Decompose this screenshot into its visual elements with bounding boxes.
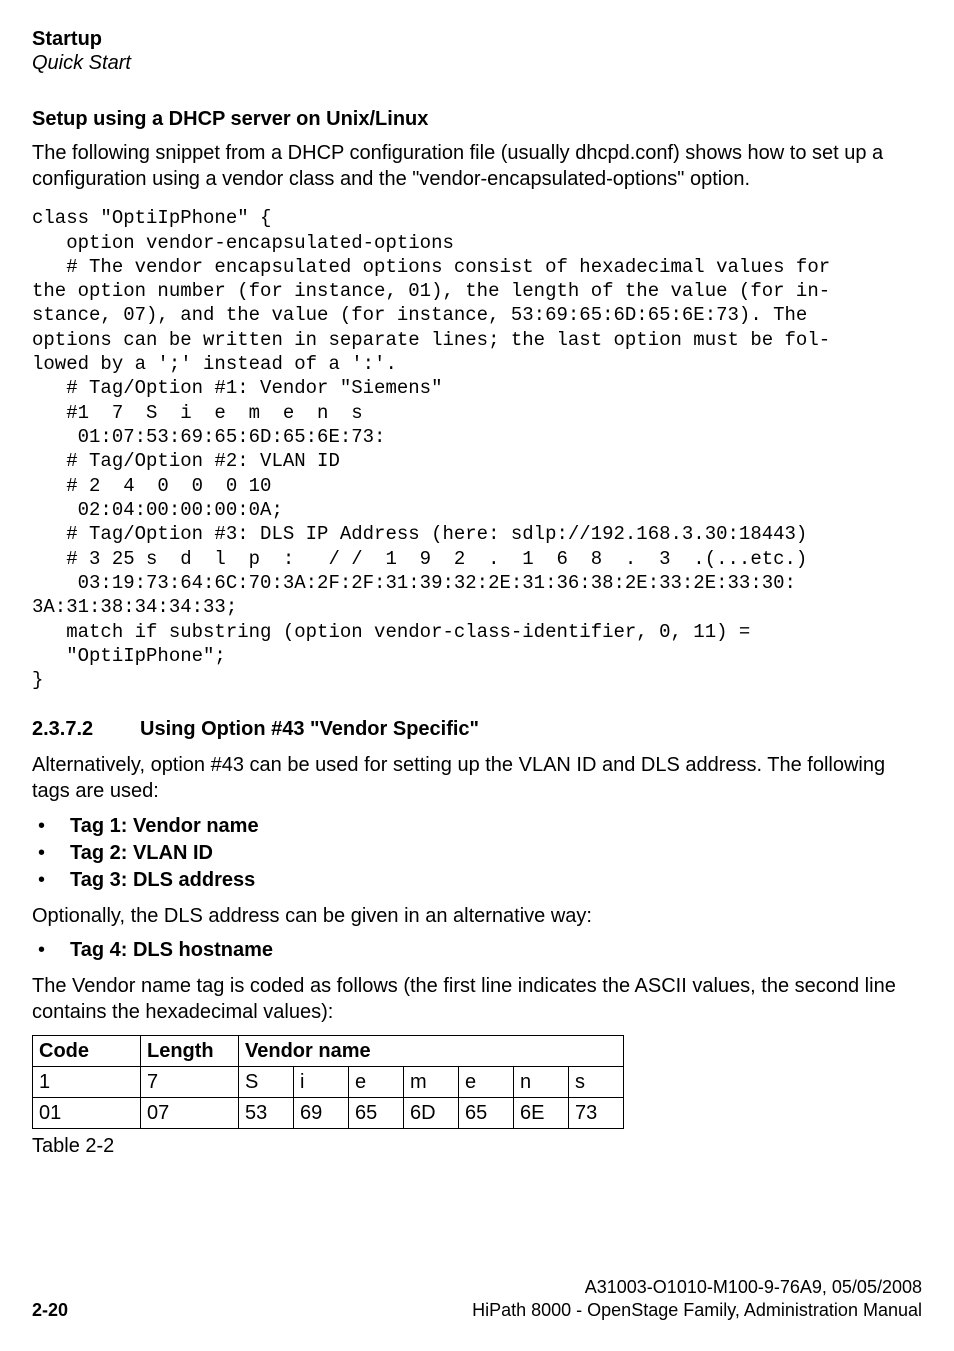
th-code: Code (33, 1036, 141, 1067)
th-vendor: Vendor name (239, 1036, 624, 1067)
table-caption: Table 2-2 (32, 1135, 922, 1158)
cell-vendor-hex-0: 53 (239, 1098, 294, 1129)
cell-vendor-ascii-4: e (459, 1067, 514, 1098)
cell-vendor-ascii-1: i (294, 1067, 349, 1098)
section2-paragraph3: The Vendor name tag is coded as follows … (32, 974, 922, 1025)
cell-code-hex: 01 (33, 1098, 141, 1129)
section-number: 2.3.7.2 (32, 718, 140, 741)
cell-length-hex: 07 (141, 1098, 239, 1129)
document-page: Startup Quick Start Setup using a DHCP s… (0, 0, 954, 1351)
tag-list-2: Tag 4: DLS hostname (32, 937, 922, 964)
table-row-ascii: 1 7 S i e m e n s (33, 1067, 624, 1098)
cell-vendor-hex-5: 6E (514, 1098, 569, 1129)
footer-doc-title: HiPath 8000 - OpenStage Family, Administ… (472, 1299, 922, 1322)
cell-vendor-hex-6: 73 (569, 1098, 624, 1129)
bullet-tag4: Tag 4: DLS hostname (32, 937, 922, 964)
running-head-italic: Quick Start (32, 52, 922, 74)
cell-vendor-hex-1: 69 (294, 1098, 349, 1129)
section1-paragraph: The following snippet from a DHCP config… (32, 141, 922, 192)
cell-vendor-hex-2: 65 (349, 1098, 404, 1129)
cell-length-ascii: 7 (141, 1067, 239, 1098)
vendor-name-table: Code Length Vendor name 1 7 S i e m e n … (32, 1035, 624, 1129)
th-length: Length (141, 1036, 239, 1067)
cell-vendor-ascii-0: S (239, 1067, 294, 1098)
cell-code-ascii: 1 (33, 1067, 141, 1098)
section-heading-option43: 2.3.7.2Using Option #43 "Vendor Specific… (32, 718, 922, 741)
section-title-text: Using Option #43 "Vendor Specific" (140, 718, 479, 740)
cell-vendor-ascii-2: e (349, 1067, 404, 1098)
dhcp-config-code: class "OptiIpPhone" { option vendor-enca… (32, 206, 922, 692)
cell-vendor-hex-3: 6D (404, 1098, 459, 1129)
tag-list-1: Tag 1: Vendor name Tag 2: VLAN ID Tag 3:… (32, 813, 922, 894)
cell-vendor-ascii-6: s (569, 1067, 624, 1098)
table-header-row: Code Length Vendor name (33, 1036, 624, 1067)
cell-vendor-hex-4: 65 (459, 1098, 514, 1129)
footer-doc-id: A31003-O1010-M100-9-76A9, 05/05/2008 (472, 1276, 922, 1299)
footer-page-number: 2-20 (32, 1300, 68, 1321)
table-row-hex: 01 07 53 69 65 6D 65 6E 73 (33, 1098, 624, 1129)
footer-right-block: A31003-O1010-M100-9-76A9, 05/05/2008 HiP… (472, 1276, 922, 1321)
cell-vendor-ascii-5: n (514, 1067, 569, 1098)
section-title-dhcp: Setup using a DHCP server on Unix/Linux (32, 108, 922, 131)
bullet-tag2: Tag 2: VLAN ID (32, 840, 922, 867)
cell-vendor-ascii-3: m (404, 1067, 459, 1098)
running-head-bold: Startup (32, 28, 922, 50)
section2-paragraph1: Alternatively, option #43 can be used fo… (32, 753, 922, 804)
bullet-tag1: Tag 1: Vendor name (32, 813, 922, 840)
section2-paragraph2: Optionally, the DLS address can be given… (32, 904, 922, 930)
bullet-tag3: Tag 3: DLS address (32, 867, 922, 894)
